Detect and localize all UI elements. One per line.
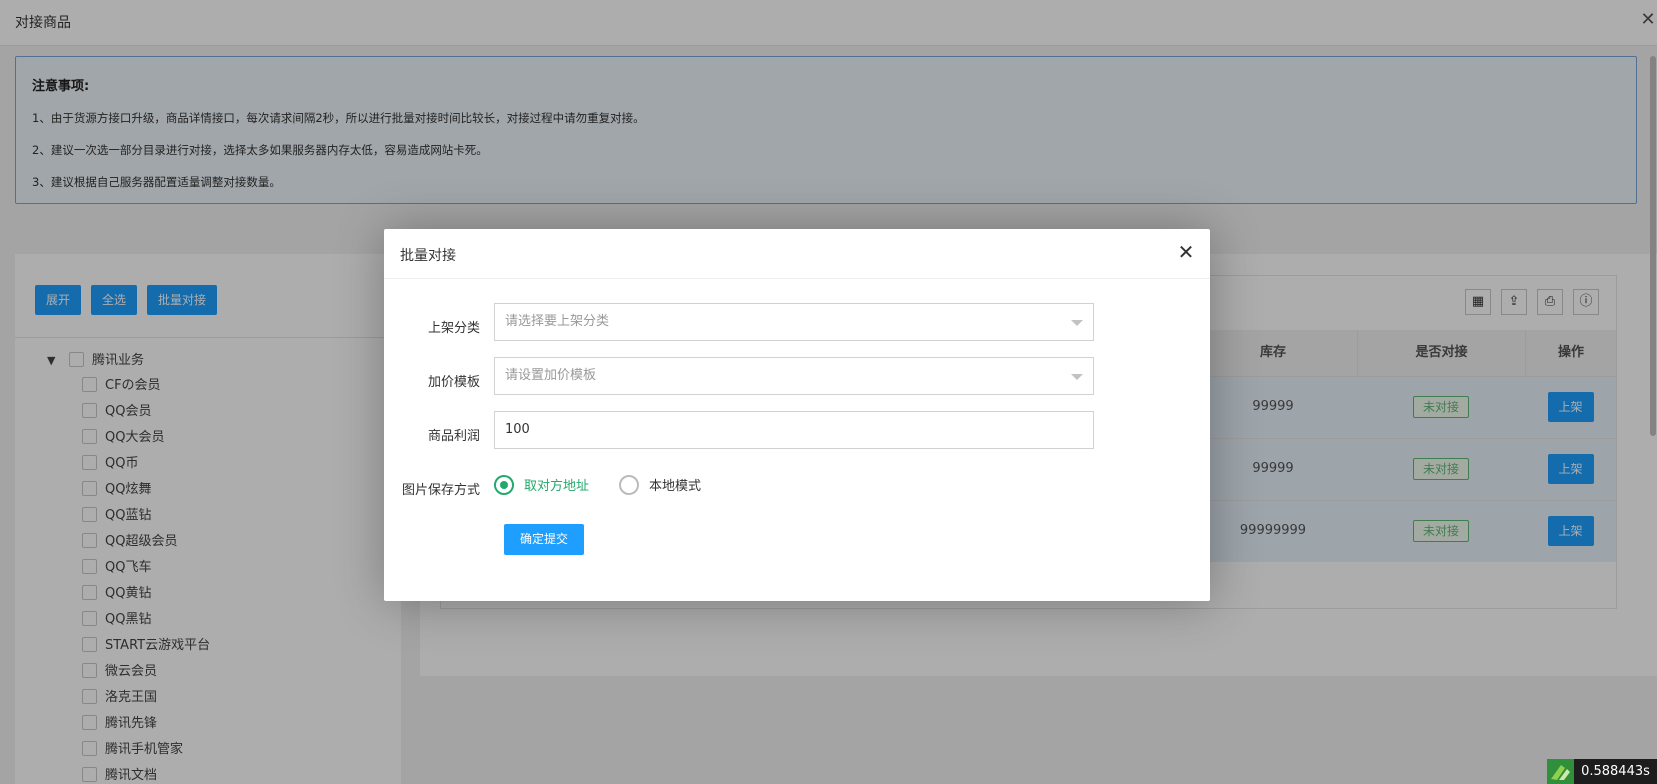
radio-checked-icon[interactable] xyxy=(494,475,514,495)
radio-label: 取对方地址 xyxy=(524,479,590,494)
radio-local-mode[interactable]: 本地模式 xyxy=(619,475,701,497)
submit-button[interactable]: 确定提交 xyxy=(504,524,584,555)
close-icon[interactable]: ✕ xyxy=(1176,242,1196,262)
template-label: 加价模板 xyxy=(427,375,480,390)
batch-link-dialog: 批量对接 ✕ 上架分类 请选择要上架分类 加价模板 请设置加价模板 商品利润 1… xyxy=(384,229,1210,601)
profit-label: 商品利润 xyxy=(427,429,480,444)
radio-label: 本地模式 xyxy=(649,479,702,494)
perf-indicator: 0.588443s xyxy=(1547,759,1657,784)
chevron-down-icon xyxy=(1071,320,1083,326)
profit-input[interactable]: 100 xyxy=(494,411,1094,449)
perf-time: 0.588443s xyxy=(1574,759,1657,784)
dialog-title: 批量对接 xyxy=(400,248,456,264)
template-placeholder: 请设置加价模板 xyxy=(505,368,597,383)
template-select[interactable]: 请设置加价模板 xyxy=(494,357,1094,395)
category-select[interactable]: 请选择要上架分类 xyxy=(494,303,1094,341)
chevron-down-icon xyxy=(1071,374,1083,380)
category-placeholder: 请选择要上架分类 xyxy=(505,314,610,329)
profit-value: 100 xyxy=(505,422,530,437)
radio-remote-address[interactable]: 取对方地址 xyxy=(494,475,589,497)
logo-icon xyxy=(1547,759,1574,784)
dialog-header: 批量对接 ✕ xyxy=(384,229,1210,279)
category-label: 上架分类 xyxy=(427,321,480,336)
image-mode-label: 图片保存方式 xyxy=(401,483,480,498)
radio-unchecked-icon[interactable] xyxy=(619,475,639,495)
